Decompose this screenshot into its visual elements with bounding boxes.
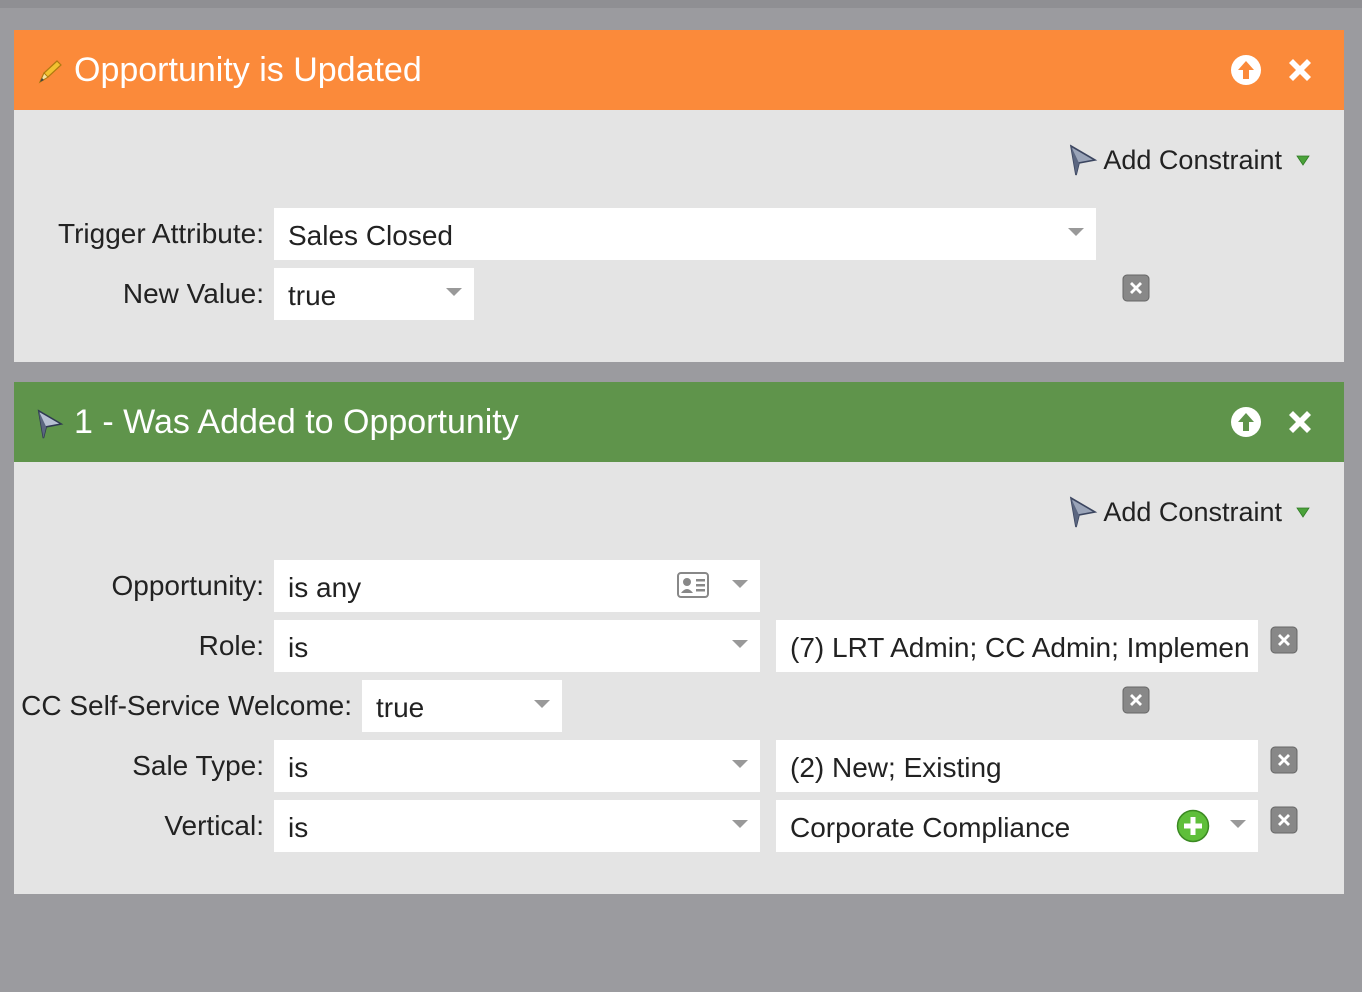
chevron-down-icon[interactable] [732, 760, 748, 768]
remove-constraint-icon[interactable] [1270, 746, 1298, 774]
chevron-down-icon[interactable] [1230, 820, 1246, 828]
new-value-label: New Value: [122, 278, 264, 309]
move-up-icon[interactable] [1230, 54, 1262, 86]
add-constraint-label: Add Constraint [1103, 496, 1282, 527]
sale-type-label: Sale Type: [132, 750, 264, 781]
cc-self-service-welcome-value: true [376, 692, 425, 723]
role-label: Role: [198, 630, 264, 661]
sale-type-value: (2) New; Existing [790, 752, 1002, 783]
sale-type-value-input[interactable]: (2) New; Existing [776, 740, 1258, 792]
vertical-label: Vertical: [164, 810, 264, 841]
remove-constraint-icon[interactable] [1270, 806, 1298, 834]
filter-panel-header: 1 - Was Added to Opportunity [14, 382, 1344, 462]
move-up-icon[interactable] [1230, 406, 1262, 438]
filter-panel: 1 - Was Added to Opportunity Add Constra… [14, 382, 1344, 894]
trigger-panel-header: Opportunity is Updated [14, 30, 1344, 110]
remove-constraint-icon[interactable] [1122, 274, 1150, 302]
vertical-operator-select[interactable]: is [274, 800, 760, 852]
cc-self-service-welcome-select[interactable]: true [362, 680, 562, 732]
trigger-attribute-select[interactable]: Sales Closed [274, 208, 1096, 260]
chevron-down-icon[interactable] [1068, 228, 1084, 236]
top-strip [0, 0, 1362, 8]
cc-self-service-welcome-label: CC Self-Service Welcome: [21, 690, 352, 721]
trigger-panel: Opportunity is Updated Add Constraint Tr… [14, 30, 1344, 362]
role-value-input[interactable]: (7) LRT Admin; CC Admin; Implemen [776, 620, 1258, 672]
opportunity-operator-value: is any [288, 572, 362, 603]
add-constraint-button[interactable]: Add Constraint [1067, 495, 1314, 529]
sale-type-operator-value: is [288, 752, 309, 783]
trigger-panel-title: Opportunity is Updated [74, 51, 422, 89]
close-icon[interactable] [1284, 406, 1316, 438]
filter-icon [1070, 496, 1098, 528]
chevron-down-icon[interactable] [732, 820, 748, 828]
pencil-icon [38, 60, 62, 84]
trigger-attribute-value: Sales Closed [288, 220, 453, 251]
chevron-down-icon[interactable] [732, 580, 748, 588]
role-operator-select[interactable]: is [274, 620, 760, 672]
role-operator-value: is [288, 632, 309, 663]
contact-card-icon[interactable] [677, 572, 709, 598]
chevron-down-icon[interactable] [1296, 506, 1310, 518]
remove-constraint-icon[interactable] [1270, 626, 1298, 654]
add-constraint-label: Add Constraint [1103, 144, 1282, 175]
role-value: (7) LRT Admin; CC Admin; Implemen [790, 632, 1250, 663]
filter-panel-body: Add Constraint Opportunity: is any Role:… [14, 462, 1344, 894]
trigger-panel-body: Add Constraint Trigger Attribute: Sales … [14, 110, 1344, 362]
sale-type-operator-select[interactable]: is [274, 740, 760, 792]
opportunity-operator-select[interactable]: is any [274, 560, 760, 612]
add-constraint-button[interactable]: Add Constraint [1067, 143, 1314, 177]
new-value-value: true [288, 280, 337, 311]
vertical-operator-value: is [288, 812, 309, 843]
remove-constraint-icon[interactable] [1122, 686, 1150, 714]
filter-icon [37, 409, 64, 439]
opportunity-label: Opportunity: [111, 570, 264, 601]
filter-panel-title: 1 - Was Added to Opportunity [74, 403, 519, 441]
chevron-down-icon[interactable] [732, 640, 748, 648]
close-icon[interactable] [1284, 54, 1316, 86]
filter-icon [1070, 144, 1098, 176]
trigger-attribute-label: Trigger Attribute: [58, 218, 264, 249]
vertical-value-select[interactable]: Corporate Compliance [776, 800, 1258, 852]
chevron-down-icon[interactable] [1296, 154, 1310, 166]
add-value-icon[interactable] [1176, 809, 1210, 843]
chevron-down-icon[interactable] [534, 700, 550, 708]
vertical-value: Corporate Compliance [790, 812, 1071, 843]
new-value-select[interactable]: true [274, 268, 474, 320]
chevron-down-icon[interactable] [446, 288, 462, 296]
